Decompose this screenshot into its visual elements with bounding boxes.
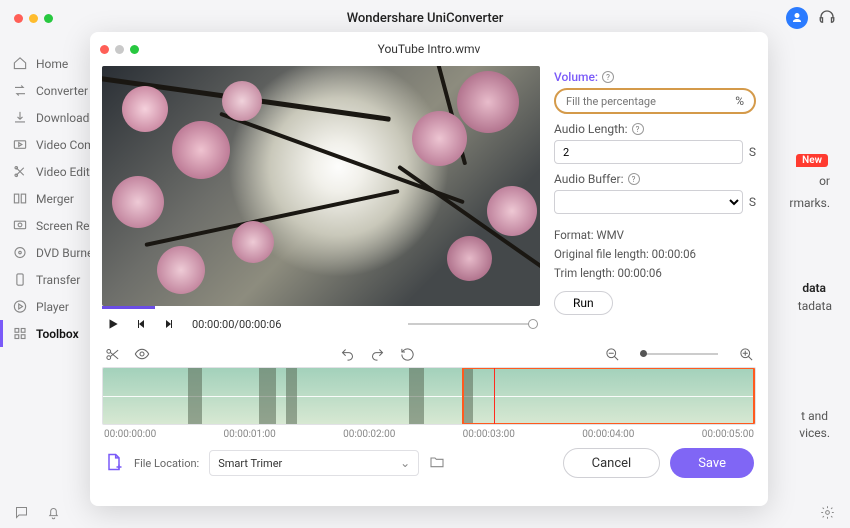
sidebar-item-dvd-burner[interactable]: DVD Burner (0, 239, 90, 266)
browse-folder-icon[interactable] (429, 454, 445, 473)
volume-highlight: % (554, 88, 756, 114)
sidebar-item-video-editor[interactable]: Video Editor (0, 158, 90, 185)
sidebar-item-screen-recorder[interactable]: Screen Recorder (0, 212, 90, 239)
ruler-tick: 00:00:01:00 (224, 429, 276, 440)
sidebar-item-label: Player (36, 300, 69, 314)
bg-text: or (819, 174, 830, 188)
redo-icon[interactable] (369, 346, 385, 362)
notification-icon[interactable] (46, 505, 62, 521)
sidebar-item-label: Downloader (36, 111, 90, 125)
audio-length-input[interactable] (554, 140, 743, 164)
timeline-selection[interactable] (462, 367, 755, 425)
unit-label: S (749, 145, 756, 159)
sidebar-item-label: DVD Burner (36, 246, 90, 260)
file-location-value: Smart Trimer (218, 457, 282, 470)
app-title: Wondershare UniConverter (0, 11, 850, 26)
audio-buffer-label: Audio Buffer: (554, 172, 624, 186)
volume-slider[interactable] (408, 323, 538, 325)
ruler-tick: 00:00:00:00 (104, 429, 156, 440)
sidebar-item-converter[interactable]: Converter (0, 77, 90, 104)
zoom-out-icon[interactable] (604, 346, 620, 362)
sidebar-item-label: Screen Recorder (36, 219, 90, 233)
ruler-tick: 00:00:04:00 (582, 429, 634, 440)
sidebar-item-label: Toolbox (36, 327, 79, 341)
ruler-tick: 00:00:03:00 (463, 429, 515, 440)
dialog-title: YouTube Intro.wmv (90, 42, 768, 56)
prev-frame-button[interactable] (132, 315, 150, 333)
bg-text: t and (801, 409, 828, 423)
sidebar-item-label: Merger (36, 192, 74, 206)
play-button[interactable] (104, 315, 122, 333)
help-icon[interactable]: ? (602, 71, 614, 83)
sidebar-item-home[interactable]: Home (0, 50, 90, 77)
sidebar-item-label: Video Editor (36, 165, 90, 179)
help-icon[interactable]: ? (632, 123, 644, 135)
file-location-select[interactable]: Smart Trimer (209, 450, 419, 476)
sidebar-item-label: Converter (36, 84, 88, 98)
sidebar-item-player[interactable]: Player (0, 293, 90, 320)
trim-dialog: YouTube Intro.wmv (90, 32, 768, 506)
undo-icon[interactable] (339, 346, 355, 362)
cut-icon[interactable] (104, 346, 120, 362)
new-badge: New (796, 154, 828, 167)
file-location-label: File Location: (134, 457, 199, 470)
audio-length-label: Audio Length: (554, 122, 628, 136)
sidebar-item-label: Transfer (36, 273, 80, 287)
ruler-tick: 00:00:02:00 (343, 429, 395, 440)
sidebar-item-label: Video Compressor (36, 138, 90, 152)
app-titlebar: Wondershare UniConverter (0, 0, 850, 36)
sidebar-item-toolbox[interactable]: Toolbox (0, 320, 90, 347)
reset-icon[interactable] (399, 346, 415, 362)
next-frame-button[interactable] (160, 315, 178, 333)
sidebar-item-transfer[interactable]: Transfer (0, 266, 90, 293)
timeline-playhead[interactable] (494, 367, 495, 425)
volume-unit: % (735, 94, 744, 108)
sidebar-item-merger[interactable]: Merger (0, 185, 90, 212)
trim-length-line: Trim length: 00:00:06 (554, 266, 756, 280)
volume-input[interactable] (566, 95, 729, 108)
sidebar: Home Converter Downloader Video Compress… (0, 36, 90, 504)
original-length-line: Original file length: 00:00:06 (554, 247, 756, 261)
sidebar-item-label: Home (36, 57, 68, 71)
bg-text: tadata (798, 299, 832, 313)
bg-text: rmarks. (789, 196, 830, 210)
ruler-tick: 00:00:05:00 (702, 429, 754, 440)
run-button[interactable]: Run (554, 291, 613, 315)
help-icon[interactable]: ? (628, 173, 640, 185)
timeline-toolbar (102, 341, 756, 367)
zoom-in-icon[interactable] (738, 346, 754, 362)
settings-icon[interactable] (820, 505, 836, 521)
status-bar (0, 498, 850, 528)
eye-icon[interactable] (134, 346, 150, 362)
save-button[interactable]: Save (670, 448, 754, 478)
timeline[interactable] (102, 367, 756, 425)
zoom-slider[interactable] (640, 353, 718, 355)
sidebar-item-video-compressor[interactable]: Video Compressor (0, 131, 90, 158)
volume-label: Volume: (554, 70, 598, 84)
feedback-icon[interactable] (14, 505, 30, 521)
timecode: 00:00:00/00:00:06 (192, 318, 281, 331)
unit-label: S (749, 195, 756, 209)
settings-panel: Volume:? % Audio Length:? S Audio Buffer… (554, 66, 756, 339)
audio-buffer-select[interactable] (554, 190, 743, 214)
timeline-ruler: 00:00:00:00 00:00:01:00 00:00:02:00 00:0… (102, 425, 756, 440)
video-preview-section: 00:00:00/00:00:06 (102, 66, 540, 339)
cancel-button[interactable]: Cancel (563, 448, 661, 478)
format-line: Format: WMV (554, 228, 756, 242)
add-file-icon[interactable] (104, 452, 124, 475)
bg-text: vices. (799, 426, 830, 440)
bg-text: data (802, 281, 826, 295)
sidebar-item-downloader[interactable]: Downloader (0, 104, 90, 131)
video-preview[interactable] (102, 66, 540, 306)
